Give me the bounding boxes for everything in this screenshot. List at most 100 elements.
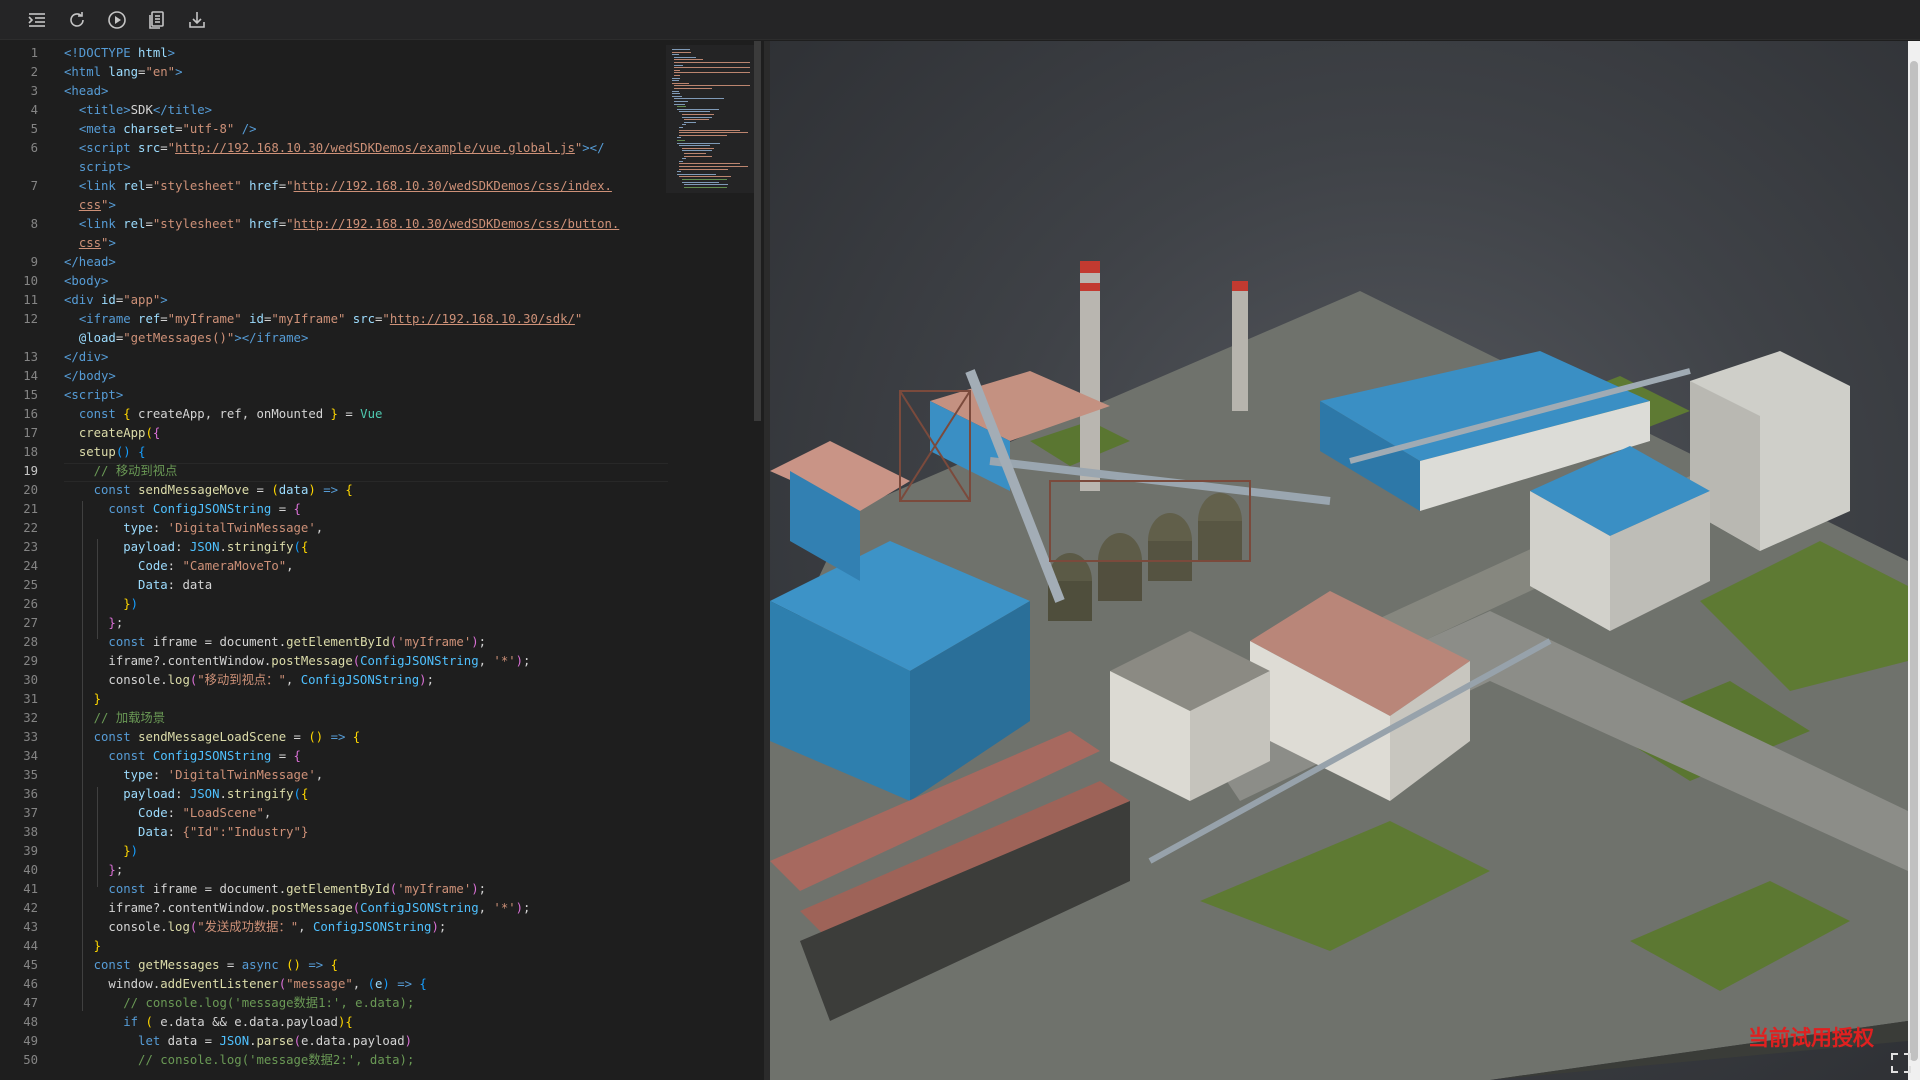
fullscreen-icon[interactable] (1890, 1052, 1912, 1074)
code-line[interactable]: </head> (64, 253, 116, 272)
code-line[interactable]: }; (64, 861, 123, 880)
minimap-line (681, 150, 712, 152)
code-line[interactable]: const ConfigJSONString = { (64, 747, 301, 766)
code-line[interactable]: <head> (64, 82, 108, 101)
code-line[interactable]: // 加载场景 (64, 709, 165, 728)
code-line[interactable]: <script src="http://192.168.10.30/wedSDK… (64, 139, 605, 158)
code-line[interactable]: // console.log('message数据1:', e.data); (64, 994, 414, 1013)
code-token: postMessage (271, 901, 353, 915)
line-number: 17 (23, 426, 38, 440)
code-line[interactable]: </div> (64, 348, 108, 367)
code-line[interactable]: @load="getMessages()"></iframe> (64, 329, 309, 348)
code-token: { (300, 787, 309, 801)
copy-icon[interactable] (146, 9, 168, 31)
code-line[interactable]: <html lang="en"> (64, 63, 182, 82)
code-token: type (123, 768, 153, 782)
code-line[interactable]: type: 'DigitalTwinMessage', (64, 766, 323, 785)
code-line[interactable]: <iframe ref="myIframe" id="myIframe" src… (64, 310, 583, 329)
code-line[interactable]: payload: JSON.stringify({ (64, 785, 308, 804)
code-line[interactable]: iframe?.contentWindow.postMessage(Config… (64, 652, 530, 671)
code-line[interactable]: Data: {"Id":"Industry"} (64, 823, 308, 842)
code-line[interactable]: const iframe = document.getElementById('… (64, 880, 486, 899)
code-token: rel (123, 217, 146, 231)
code-token: src (138, 141, 161, 155)
code-line[interactable]: <!DOCTYPE html> (64, 44, 175, 63)
code-line[interactable]: console.log("发送成功数据：", ConfigJSONString)… (64, 918, 446, 937)
code-line[interactable]: // 移动到视点 (64, 462, 178, 481)
code-token: => (323, 483, 338, 497)
code-line[interactable]: iframe?.contentWindow.postMessage(Config… (64, 899, 530, 918)
line-number: 36 (23, 787, 38, 801)
minimap-line (672, 82, 689, 84)
code-line[interactable]: css"> (64, 234, 116, 253)
code-token: <link (78, 179, 124, 193)
code-line[interactable]: // console.log('message数据2:', data); (64, 1051, 414, 1070)
code-line[interactable]: window.addEventListener("message", (e) =… (64, 975, 426, 994)
viewport-scroll-thumb[interactable] (1910, 61, 1918, 1061)
code-line[interactable]: }; (64, 614, 123, 633)
minimap[interactable] (666, 45, 754, 193)
code-line[interactable]: type: 'DigitalTwinMessage', (64, 519, 323, 538)
code-line[interactable]: const getMessages = async () => { (64, 956, 338, 975)
code-line[interactable]: const { createApp, ref, onMounted } = Vu… (64, 405, 383, 424)
refresh-icon[interactable] (66, 9, 88, 31)
3d-scene-viewport[interactable] (770, 41, 1908, 1080)
code-line[interactable]: </body> (64, 367, 116, 386)
code-line[interactable]: Code: "LoadScene", (64, 804, 271, 823)
minimap-line (679, 111, 711, 113)
code-line[interactable]: setup() { (64, 443, 146, 462)
code-line[interactable]: if ( e.data && e.data.payload){ (64, 1013, 353, 1032)
code-token: stringify (226, 540, 294, 554)
code-token: html (138, 46, 168, 60)
code-line[interactable]: }) (64, 842, 138, 861)
code-line[interactable]: <div id="app"> (64, 291, 168, 310)
code-line[interactable]: <title>SDK</title> (64, 101, 212, 120)
code-line[interactable]: }) (64, 595, 138, 614)
editor-scrollbar[interactable] (754, 41, 761, 421)
code-token: = (160, 141, 168, 155)
minimap-line (679, 176, 731, 178)
format-icon[interactable] (26, 9, 48, 31)
code-line[interactable]: payload: JSON.stringify({ (64, 538, 308, 557)
code-line[interactable]: const ConfigJSONString = { (64, 500, 301, 519)
code-line[interactable]: } (64, 690, 101, 709)
code-token: @load (78, 331, 116, 345)
code-token: /> (234, 122, 257, 136)
code-line[interactable]: let data = JSON.parse(e.data.payload) (64, 1032, 412, 1051)
line-number: 32 (23, 711, 38, 725)
code-line[interactable]: console.log("移动到视点：", ConfigJSONString); (64, 671, 434, 690)
code-line[interactable]: } (64, 937, 101, 956)
code-line[interactable]: <script> (64, 386, 123, 405)
minimap-line (679, 132, 748, 134)
line-number: 28 (23, 635, 38, 649)
code-token: 'DigitalTwinMessage' (167, 521, 316, 535)
code-lines[interactable]: <!DOCTYPE html> <html lang="en"> <head> <t… (64, 41, 664, 1080)
minimap-line (679, 163, 741, 165)
code-line[interactable]: createApp({ (64, 424, 160, 443)
code-line[interactable]: <link rel="stylesheet" href="http://192.… (64, 177, 612, 196)
code-line[interactable]: const sendMessageLoadScene = () => { (64, 728, 361, 747)
code-line[interactable]: <link rel="stylesheet" href="http://192.… (64, 215, 619, 234)
code-token: ) (382, 977, 390, 991)
code-line[interactable]: script> (64, 158, 131, 177)
code-line[interactable]: css"> (64, 196, 116, 215)
run-icon[interactable] (106, 9, 128, 31)
code-line[interactable]: Code: "CameraMoveTo", (64, 557, 294, 576)
code-line[interactable]: Data: data (64, 576, 212, 595)
code-line[interactable]: const iframe = document.getElementById('… (64, 633, 486, 652)
viewport-scrollbar[interactable] (1908, 41, 1920, 1080)
code-line[interactable]: const sendMessageMove = (data) => { (64, 481, 353, 500)
code-line[interactable]: <body> (64, 272, 108, 291)
download-icon[interactable] (186, 9, 208, 31)
line-number: 12 (23, 312, 38, 326)
code-editor[interactable]: 1 2 3 4 5 6 7 8 9 10 11 12 13 14 15 16 17 18 19 20 21 22 23 24 2… (0, 41, 768, 1080)
code-line[interactable]: <meta charset="utf-8" /> (64, 120, 257, 139)
line-number: 35 (23, 768, 38, 782)
